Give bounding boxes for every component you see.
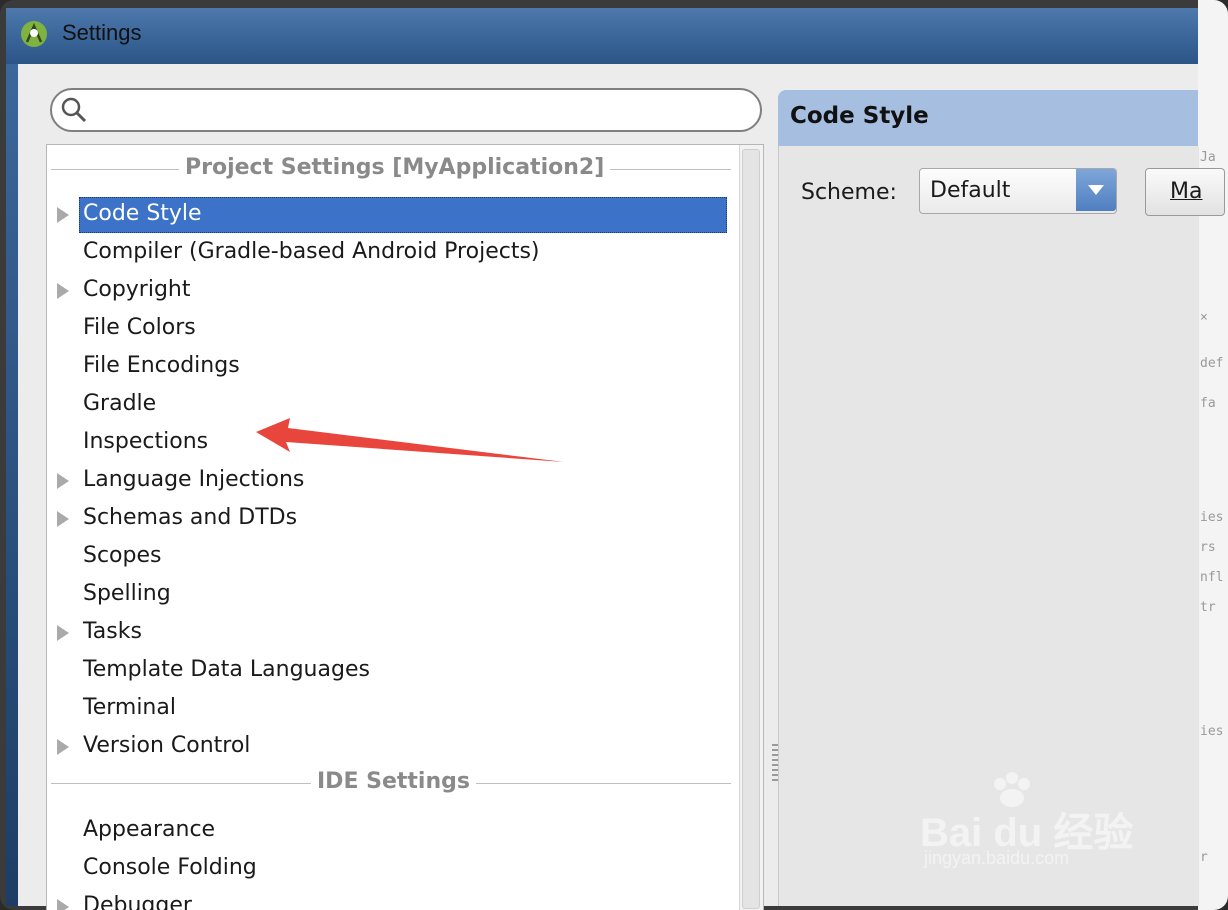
section-header: Project Settings [MyApplication2] [51, 155, 731, 183]
right-panel-body: Scheme: Default Ma [778, 146, 1225, 906]
expand-arrow-icon[interactable] [57, 473, 69, 489]
tree-item-compiler-gradle-based-android-projects[interactable]: Compiler (Gradle-based Android Projects) [47, 235, 739, 271]
tree-item-label: Inspections [83, 429, 209, 454]
tree-scrollbar[interactable] [739, 145, 763, 910]
title-bar: Settings [6, 8, 1198, 64]
tree-item-label: Code Style [83, 201, 202, 226]
settings-tree[interactable]: Project Settings [MyApplication2] Code St… [46, 144, 764, 910]
tree-item-label: Gradle [83, 391, 157, 416]
tree-item-tasks[interactable]: Tasks [47, 615, 739, 651]
tree-item-inspections[interactable]: Inspections [47, 425, 739, 461]
tree-item-template-data-languages[interactable]: Template Data Languages [47, 653, 739, 689]
tree-item-console-folding[interactable]: Console Folding [47, 851, 739, 887]
section-label: Project Settings [MyApplication2] [179, 155, 611, 180]
screenshot-frame: Ja W × def fa ies rs nfl tr ies r Settin… [0, 0, 1228, 910]
expand-arrow-icon[interactable] [57, 899, 69, 910]
tree-item-terminal[interactable]: Terminal [47, 691, 739, 727]
search-box[interactable] [50, 88, 762, 132]
tree-item-label: Appearance [83, 817, 216, 842]
window-border [6, 64, 18, 906]
expand-arrow-icon[interactable] [57, 625, 69, 641]
tree-item-label: Debugger [83, 893, 192, 910]
tree-item-code-style[interactable]: Code Style [47, 197, 739, 233]
tree-item-file-encodings[interactable]: File Encodings [47, 349, 739, 385]
editor-fragment: Ja [1200, 150, 1216, 165]
tree-item-spelling[interactable]: Spelling [47, 577, 739, 613]
scheme-dropdown[interactable]: Default [919, 168, 1117, 214]
settings-content: Project Settings [MyApplication2] Code St… [18, 64, 1225, 910]
section-label: IDE Settings [311, 769, 476, 794]
scheme-label: Scheme: [801, 180, 897, 205]
tree-item-label: Version Control [83, 733, 251, 758]
tree-item-label: Schemas and DTDs [83, 505, 298, 530]
editor-fragment: fa [1200, 396, 1216, 411]
editor-fragment: rs [1200, 540, 1216, 555]
scrollbar-thumb[interactable] [742, 149, 760, 909]
section-header: IDE Settings [51, 769, 731, 797]
editor-fragment: ies [1200, 510, 1224, 525]
manage-button[interactable]: Ma [1145, 168, 1225, 216]
tree-item-label: Scopes [83, 543, 162, 568]
search-input[interactable] [96, 96, 740, 124]
tree-item-label: File Encodings [83, 353, 240, 378]
tree-item-label: Tasks [83, 619, 142, 644]
expand-arrow-icon[interactable] [57, 739, 69, 755]
expand-arrow-icon[interactable] [57, 207, 69, 223]
editor-fragment: nfl [1200, 570, 1224, 585]
tree-item-label: Copyright [83, 277, 191, 302]
page-title: Code Style [790, 103, 929, 129]
android-studio-icon [21, 21, 47, 47]
editor-fragment: ies [1200, 724, 1224, 739]
tree-item-label: Console Folding [83, 855, 257, 880]
tree-item-label: File Colors [83, 315, 196, 340]
tree-item-debugger[interactable]: Debugger [47, 889, 739, 910]
tree-item-file-colors[interactable]: File Colors [47, 311, 739, 347]
tree-item-label: Compiler (Gradle-based Android Projects) [83, 239, 540, 264]
expand-arrow-icon[interactable] [57, 283, 69, 299]
right-panel-header: Code Style [778, 90, 1198, 146]
chevron-down-icon[interactable] [1076, 169, 1116, 211]
tree-item-schemas-and-dtds[interactable]: Schemas and DTDs [47, 501, 739, 537]
editor-fragment: def [1200, 356, 1224, 371]
expand-arrow-icon[interactable] [57, 511, 69, 527]
tree-item-copyright[interactable]: Copyright [47, 273, 739, 309]
tree-item-gradle[interactable]: Gradle [47, 387, 739, 423]
tree-item-scopes[interactable]: Scopes [47, 539, 739, 575]
window-title: Settings [62, 20, 142, 45]
tree-item-label: Language Injections [83, 467, 305, 492]
scheme-value: Default [930, 178, 1011, 203]
editor-fragment: tr [1200, 600, 1216, 615]
manage-button-label: Ma [1170, 179, 1203, 204]
tree-item-label: Terminal [83, 695, 176, 720]
settings-window: Settings Project Settings [MyApplication… [6, 8, 1225, 910]
editor-fragment: r [1200, 850, 1208, 865]
settings-tree-list: Project Settings [MyApplication2] Code St… [47, 145, 739, 910]
tree-item-language-injections[interactable]: Language Injections [47, 463, 739, 499]
search-icon [61, 97, 87, 123]
tree-item-label: Template Data Languages [83, 657, 370, 682]
tree-item-version-control[interactable]: Version Control [47, 729, 739, 765]
tree-item-label: Spelling [83, 581, 171, 606]
tree-item-appearance[interactable]: Appearance [47, 813, 739, 849]
editor-fragment: × [1200, 310, 1208, 325]
background-editor: Ja W × def fa ies rs nfl tr ies r [1198, 0, 1228, 910]
